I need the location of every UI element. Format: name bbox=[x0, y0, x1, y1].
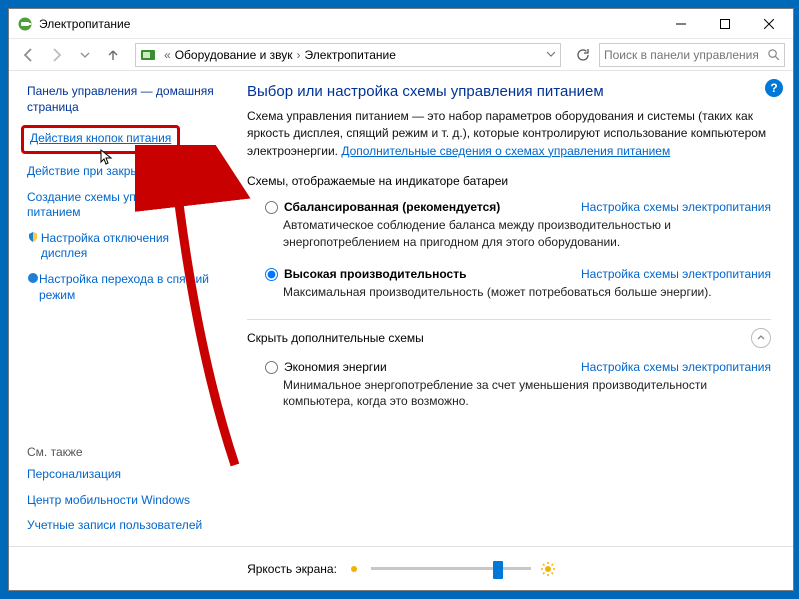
search-input[interactable] bbox=[604, 48, 767, 62]
minimize-button[interactable] bbox=[659, 10, 703, 38]
plan-settings-link[interactable]: Настройка схемы электропитания bbox=[581, 200, 771, 214]
plan-description: Автоматическое соблюдение баланса между … bbox=[283, 217, 771, 251]
slider-thumb[interactable] bbox=[493, 561, 503, 579]
maximize-button[interactable] bbox=[703, 10, 747, 38]
plan-balanced-radio[interactable] bbox=[265, 201, 278, 214]
close-button[interactable] bbox=[747, 10, 791, 38]
plan-high-radio[interactable] bbox=[265, 268, 278, 281]
address-bar: « Оборудование и звук › Электропитание bbox=[9, 39, 793, 71]
sidebar-item-label: Настройка перехода в спящий режим bbox=[39, 272, 217, 303]
brightness-slider[interactable] bbox=[371, 567, 531, 570]
sidebar-item-sleep[interactable]: Настройка перехода в спящий режим bbox=[27, 272, 217, 303]
see-also-personalization[interactable]: Персонализация bbox=[27, 467, 217, 483]
search-box[interactable] bbox=[599, 43, 785, 67]
plan-name: Высокая производительность bbox=[284, 267, 466, 281]
breadcrumb-item[interactable]: Оборудование и звук bbox=[175, 48, 293, 62]
divider bbox=[247, 319, 771, 320]
plan-description: Минимальное энергопотребление за счет ум… bbox=[283, 377, 771, 411]
sidebar-item-label: Центр мобильности Windows bbox=[27, 493, 190, 509]
plan-settings-link[interactable]: Настройка схемы электропитания bbox=[581, 360, 771, 374]
see-also-title: См. также bbox=[27, 445, 217, 459]
collapse-button[interactable] bbox=[751, 328, 771, 348]
sidebar-home[interactable]: Панель управления — домашняя страница bbox=[27, 83, 217, 115]
sidebar-item-lid-close[interactable]: Действие при закрытии крышки bbox=[27, 164, 217, 180]
search-icon[interactable] bbox=[767, 48, 780, 62]
forward-button[interactable] bbox=[45, 43, 69, 67]
sidebar-item-power-buttons[interactable]: Действия кнопок питания bbox=[27, 125, 217, 154]
breadcrumb[interactable]: « Оборудование и звук › Электропитание bbox=[135, 43, 561, 67]
plan-power-saver: Экономия энергии Настройка схемы электро… bbox=[247, 358, 771, 425]
shield-icon bbox=[27, 231, 41, 248]
page-title: Выбор или настройка схемы управления пит… bbox=[247, 83, 771, 100]
page-description: Схема управления питанием — это набор па… bbox=[247, 108, 771, 160]
sidebar-item-display-off[interactable]: Настройка отключения дисплея bbox=[27, 231, 217, 262]
plan-balanced: Сбалансированная (рекомендуется) Настрой… bbox=[247, 198, 771, 265]
see-also: См. также Персонализация Центр мобильнос… bbox=[27, 445, 217, 538]
plan-high-performance: Высокая производительность Настройка схе… bbox=[247, 265, 771, 315]
help-button[interactable]: ? bbox=[765, 79, 783, 97]
sidebar-item-label: Настройка отключения дисплея bbox=[41, 231, 217, 262]
content-area: Панель управления — домашняя страница Де… bbox=[9, 71, 793, 546]
sidebar-item-label: Создание схемы управления питанием bbox=[27, 190, 217, 221]
sun-bright-icon bbox=[541, 562, 555, 576]
chevron-right-icon: « bbox=[160, 48, 175, 62]
learn-more-link[interactable]: Дополнительные сведения о схемах управле… bbox=[341, 144, 670, 158]
sidebar-item-label: Действия кнопок питания bbox=[30, 131, 171, 145]
plans-battery-group-title: Схемы, отображаемые на индикаторе батаре… bbox=[247, 174, 771, 188]
plan-name: Экономия энергии bbox=[284, 360, 387, 374]
plan-saver-radio[interactable] bbox=[265, 361, 278, 374]
sun-dim-icon bbox=[347, 562, 361, 576]
window-title: Электропитание bbox=[39, 17, 659, 31]
titlebar: Электропитание bbox=[9, 9, 793, 39]
window: Электропитание « Оборудование и звук › Э… bbox=[8, 8, 794, 591]
shield-icon bbox=[27, 272, 39, 289]
extra-plans-group-title[interactable]: Скрыть дополнительные схемы bbox=[247, 328, 771, 348]
control-panel-icon bbox=[140, 47, 156, 63]
plan-description: Максимальная производительность (может п… bbox=[283, 284, 771, 301]
plan-settings-link[interactable]: Настройка схемы электропитания bbox=[581, 267, 771, 281]
chevron-right-icon: › bbox=[293, 48, 305, 62]
brightness-bar: Яркость экрана: bbox=[9, 546, 793, 590]
back-button[interactable] bbox=[17, 43, 41, 67]
up-button[interactable] bbox=[101, 43, 125, 67]
sidebar-item-label: Действие при закрытии крышки bbox=[27, 164, 203, 180]
app-icon bbox=[17, 16, 33, 32]
main-panel: ? Выбор или настройка схемы управления п… bbox=[225, 71, 793, 546]
refresh-button[interactable] bbox=[571, 43, 595, 67]
group-label: Скрыть дополнительные схемы bbox=[247, 331, 424, 345]
sidebar: Панель управления — домашняя страница Де… bbox=[9, 71, 225, 546]
breadcrumb-item[interactable]: Электропитание bbox=[305, 48, 396, 62]
sidebar-item-create-plan[interactable]: Создание схемы управления питанием bbox=[27, 190, 217, 221]
sidebar-item-label: Учетные записи пользователей bbox=[27, 518, 202, 534]
recent-dropdown[interactable] bbox=[73, 43, 97, 67]
plan-name: Сбалансированная (рекомендуется) bbox=[284, 200, 500, 214]
sidebar-item-label: Персонализация bbox=[27, 467, 121, 483]
brightness-label: Яркость экрана: bbox=[247, 562, 337, 576]
chevron-down-icon[interactable] bbox=[546, 48, 556, 62]
see-also-mobility[interactable]: Центр мобильности Windows bbox=[27, 493, 217, 509]
see-also-accounts[interactable]: Учетные записи пользователей bbox=[27, 518, 217, 534]
